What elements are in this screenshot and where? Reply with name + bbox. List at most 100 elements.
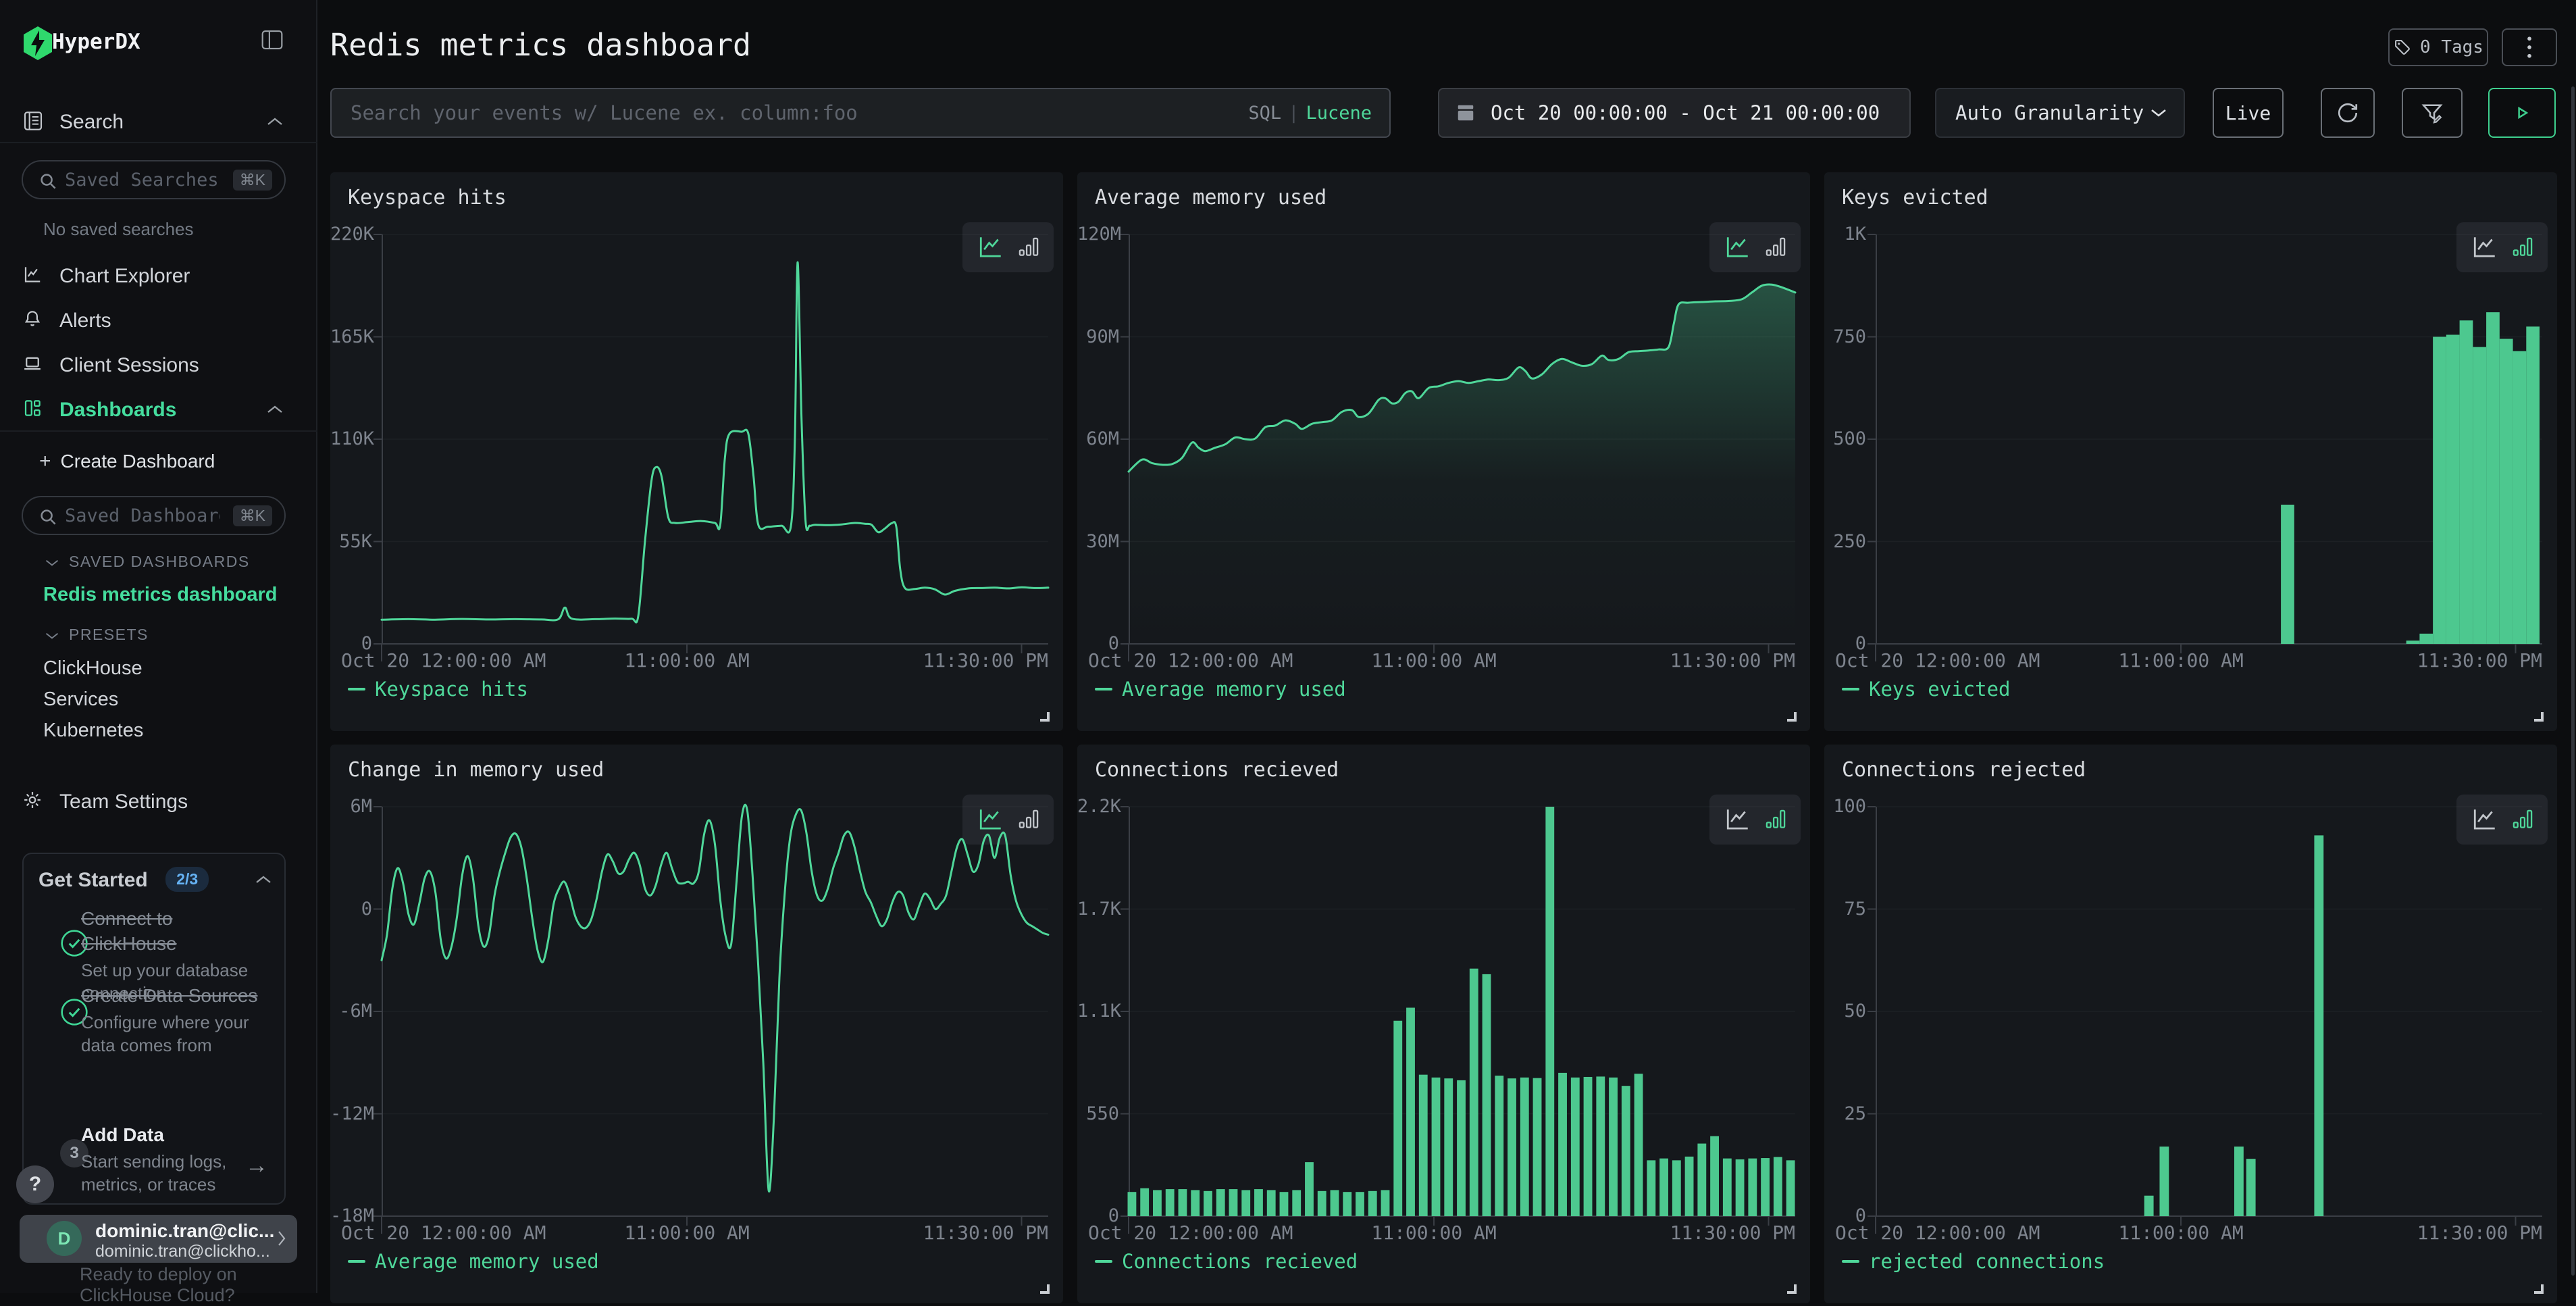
chart-plot: [1129, 234, 1795, 644]
saved-searches-search[interactable]: ⌘K: [22, 160, 286, 199]
tag-icon: [2393, 38, 2412, 57]
kebab-menu-icon: [2526, 36, 2533, 59]
x-tick-label: 11:00:00 AM: [1371, 649, 1496, 672]
sidebar-item-label: Client Sessions: [59, 354, 199, 377]
y-tick-label: -6M: [330, 1001, 372, 1022]
resize-handle-icon[interactable]: [1040, 712, 1050, 722]
deploy-prompt-line2: ClickHouse Cloud?: [80, 1285, 235, 1306]
sidebar-item-dashboards[interactable]: Dashboards: [0, 389, 317, 428]
deploy-prompt-line1: Ready to deploy on: [80, 1264, 237, 1285]
saved-dashboards-section[interactable]: SAVED DASHBOARDS: [45, 553, 250, 571]
task-description: Start sending logs,metrics, or traces: [81, 1151, 270, 1197]
chevron-up-icon: [266, 116, 284, 127]
saved-searches-input[interactable]: [65, 164, 220, 195]
preset-services[interactable]: Services: [43, 688, 118, 711]
sidebar-item-label: Team Settings: [59, 790, 188, 813]
more-options-button[interactable]: [2502, 28, 2557, 66]
get-started-title: Get Started: [38, 869, 148, 892]
logo-row[interactable]: HyperDX: [0, 24, 317, 65]
task-title: Create Data Sources: [81, 984, 270, 1009]
task-title: Connect toClickHouse: [81, 907, 270, 957]
y-tick-label: 55K: [330, 531, 372, 552]
granularity-select[interactable]: Auto Granularity: [1935, 88, 2185, 138]
x-tick-label: Oct 20 12:00:00 AM: [1088, 1222, 1293, 1244]
saved-dashboards-input[interactable]: [65, 500, 220, 531]
resize-handle-icon[interactable]: [1787, 1284, 1797, 1294]
chart-plot: [382, 234, 1048, 644]
user-menu[interactable]: D dominic.tran@clic... dominic.tran@clic…: [20, 1215, 297, 1263]
search-icon: [38, 171, 58, 191]
arrow-right-icon: →: [245, 1153, 268, 1179]
y-tick-label: 60M: [1077, 428, 1119, 449]
main-content: Redis metrics dashboard 0 Tags SQL|Lucen…: [319, 0, 2576, 1293]
sidebar-item-search[interactable]: Search: [0, 101, 317, 143]
resize-handle-icon[interactable]: [2534, 1284, 2544, 1294]
y-tick-label: 1.1K: [1077, 1001, 1119, 1022]
no-saved-searches-text: No saved searches: [43, 219, 194, 240]
refresh-icon: [2336, 101, 2359, 124]
resize-handle-icon[interactable]: [1040, 1284, 1050, 1294]
legend-dash: [348, 1260, 365, 1263]
task-description: Configure where yourdata comes from: [81, 1011, 270, 1057]
event-search-bar: SQL | Lucene: [330, 88, 1391, 138]
get-started-header[interactable]: Get Started 2/3: [38, 869, 272, 894]
chevron-down-icon: [45, 631, 59, 641]
preset-kubernetes[interactable]: Kubernetes: [43, 720, 143, 742]
create-dashboard-label: Create Dashboard: [61, 451, 215, 472]
y-tick-label: 50: [1824, 1001, 1866, 1022]
event-search-input[interactable]: [332, 101, 1248, 124]
x-tick-label: Oct 20 12:00:00 AM: [1835, 649, 2040, 672]
y-tick-label: 250: [1824, 531, 1866, 552]
chart-plot: [1129, 807, 1795, 1216]
chart-card-connections-rejected: Connections rejected rejected connection…: [1824, 745, 2557, 1303]
legend-label: Average memory used: [1122, 678, 1346, 701]
y-tick-label: 550: [1077, 1103, 1119, 1124]
chart-card-keyspace-hits: Keyspace hits Keyspace hits 055K110K165K…: [330, 172, 1063, 731]
date-range-value: Oct 20 00:00:00 - Oct 21 00:00:00: [1491, 101, 1880, 124]
chevron-down-icon: [45, 558, 59, 568]
run-query-button[interactable]: [2488, 88, 2556, 138]
tags-button[interactable]: 0 Tags: [2388, 28, 2488, 66]
chevron-up-icon[interactable]: [255, 874, 272, 885]
y-tick-label: 110K: [330, 428, 372, 449]
scrollbar[interactable]: [2571, 86, 2575, 1276]
chart-legend: Keyspace hits: [348, 678, 528, 701]
collapse-sidebar-icon[interactable]: [261, 30, 284, 50]
y-tick-label: 90M: [1077, 326, 1119, 347]
sql-toggle[interactable]: SQL: [1248, 103, 1281, 124]
lucene-toggle[interactable]: Lucene: [1306, 103, 1372, 124]
legend-dash: [1842, 688, 1859, 690]
x-tick-label: 11:30:00 PM: [1670, 649, 1795, 672]
filters-button[interactable]: [2402, 88, 2463, 138]
date-range-picker[interactable]: Oct 20 00:00:00 - Oct 21 00:00:00: [1438, 88, 1911, 138]
legend-label: Average memory used: [375, 1250, 599, 1273]
sidebar-item-team-settings[interactable]: Team Settings: [0, 781, 317, 820]
presets-section[interactable]: PRESETS: [45, 626, 149, 644]
sidebar-dashboard-redis-metrics[interactable]: Redis metrics dashboard: [43, 584, 278, 606]
saved-dashboards-search[interactable]: ⌘K: [22, 496, 286, 535]
chart-card-keys-evicted: Keys evicted Keys evicted 02505007501KOc…: [1824, 172, 2557, 731]
sidebar-item-label: Chart Explorer: [59, 265, 190, 288]
y-tick-label: 75: [1824, 899, 1866, 920]
preset-clickhouse[interactable]: ClickHouse: [43, 657, 143, 680]
y-tick-label: 100: [1824, 796, 1866, 817]
chart-canvas: [1129, 807, 1795, 1216]
y-tick-label: 1K: [1824, 224, 1866, 245]
y-tick-label: 1.7K: [1077, 899, 1119, 920]
sidebar-item-label: Alerts: [59, 309, 111, 332]
brand-name: HyperDX: [52, 30, 140, 54]
resize-handle-icon[interactable]: [2534, 712, 2544, 722]
help-button[interactable]: ?: [16, 1165, 54, 1203]
legend-dash: [1095, 1260, 1112, 1263]
refresh-button[interactable]: [2321, 88, 2375, 138]
resize-handle-icon[interactable]: [1787, 712, 1797, 722]
create-dashboard-button[interactable]: +Create Dashboard: [39, 450, 215, 473]
sidebar-item-client-sessions[interactable]: Client Sessions: [0, 345, 317, 384]
divider: [0, 430, 317, 432]
live-button[interactable]: Live: [2213, 88, 2284, 138]
toggle-separator: |: [1288, 103, 1299, 124]
sidebar-item-label: Dashboards: [59, 399, 176, 422]
sidebar-item-alerts[interactable]: Alerts: [0, 300, 317, 339]
chart-legend: Average memory used: [348, 1250, 599, 1273]
sidebar-item-chart-explorer[interactable]: Chart Explorer: [0, 255, 317, 295]
